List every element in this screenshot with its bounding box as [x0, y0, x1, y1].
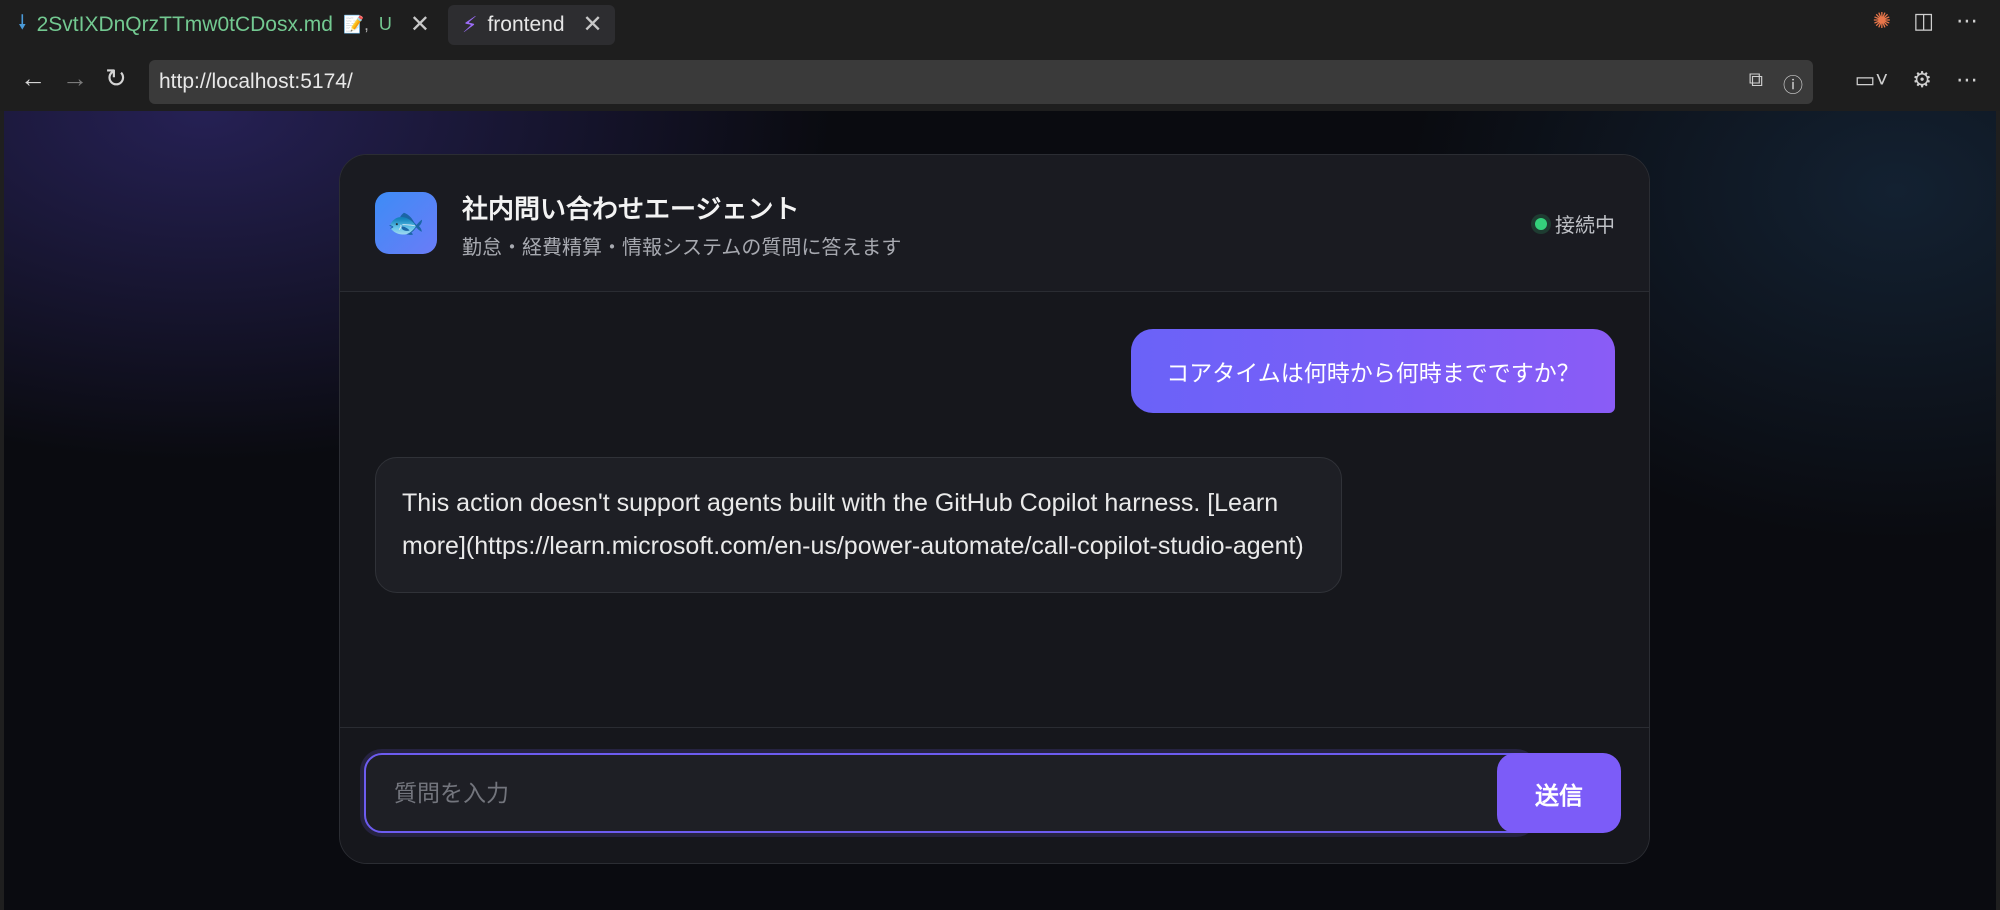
spark-icon[interactable]: ✺: [1873, 8, 1891, 34]
lightning-icon: ⚡: [461, 11, 478, 37]
message-list: コアタイムは何時から何時までですか？ This action doesn't s…: [340, 292, 1649, 727]
chat-header: 🐟 社内問い合わせエージェント 勤怠・経費精算・情報システムの質問に答えます 接…: [340, 155, 1649, 292]
question-input[interactable]: [364, 753, 1534, 833]
forward-arrow-icon[interactable]: →: [62, 61, 88, 95]
tab-frontend[interactable]: ⚡ frontend ✕: [447, 4, 615, 45]
back-arrow-icon[interactable]: ←: [20, 61, 46, 95]
git-status-badge: U: [378, 14, 392, 34]
more-icon[interactable]: ⋯: [1956, 8, 1978, 34]
close-icon[interactable]: ✕: [583, 12, 603, 37]
page-viewport: 🐟 社内問い合わせエージェント 勤怠・経費精算・情報システムの質問に答えます 接…: [4, 111, 1996, 910]
status-dot-icon: [1535, 217, 1547, 230]
more-icon[interactable]: ⋯: [1956, 67, 1978, 93]
user-message: コアタイムは何時から何時までですか？: [1131, 329, 1615, 413]
send-button[interactable]: 送信: [1497, 753, 1621, 833]
info-icon[interactable]: ⓘ: [1783, 69, 1803, 98]
close-icon[interactable]: ✕: [410, 12, 430, 37]
modified-marker: 📝,: [342, 14, 369, 34]
bot-message: This action doesn't support agents built…: [375, 457, 1342, 593]
page-subtitle: 勤怠・経費精算・情報システムの質問に答えます: [462, 237, 902, 259]
composer: 送信: [340, 727, 1649, 863]
status-label: 接続中: [1555, 215, 1615, 237]
chat-card: 🐟 社内問い合わせエージェント 勤怠・経費精算・情報システムの質問に答えます 接…: [339, 154, 1650, 864]
tab-bar: 🠗 2SvtIXDnQrzTTmw0tCDosx.md 📝, U ✕ ⚡ fro…: [0, 0, 2000, 47]
tab-switch-icon[interactable]: ⧉: [1749, 69, 1763, 98]
tab-markdown-file[interactable]: 🠗 2SvtIXDnQrzTTmw0tCDosx.md 📝, U ✕: [4, 5, 440, 45]
devtools-icon[interactable]: ⚙: [1912, 67, 1932, 93]
split-panel-icon[interactable]: ◫: [1913, 8, 1934, 34]
download-arrow-icon: 🠗: [18, 11, 27, 34]
fish-icon: 🐟: [375, 192, 437, 254]
reload-icon[interactable]: ↻: [105, 61, 127, 95]
cast-icon[interactable]: ▭˅: [1855, 67, 1889, 93]
navigation-bar: ← → ↻ http://localhost:5174/ ⧉ ⓘ ▭˅ ⚙ ⋯: [0, 47, 2000, 111]
page-title: 社内問い合わせエージェント: [462, 194, 800, 224]
tab-label: frontend: [487, 12, 565, 36]
connection-status: 接続中: [1535, 209, 1615, 238]
address-bar[interactable]: http://localhost:5174/ ⧉ ⓘ: [149, 60, 1813, 104]
tab-label: 2SvtIXDnQrzTTmw0tCDosx.md: [36, 12, 333, 36]
url-text: http://localhost:5174/: [159, 70, 353, 93]
